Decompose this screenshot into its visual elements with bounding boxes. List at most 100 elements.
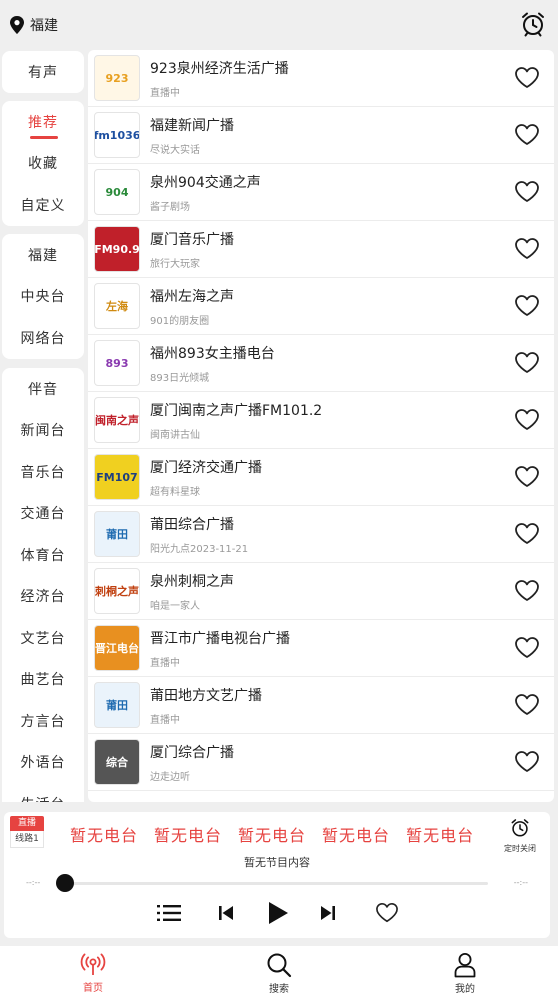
station-row[interactable]: 923 923泉州经济生活广播 直播中 — [88, 50, 554, 107]
station-row[interactable]: 904 泉州904交通之声 酱子剧场 — [88, 164, 554, 221]
bottom-nav: 首页 搜索 我的 — [0, 946, 558, 1000]
station-row[interactable]: FM90.9 厦门音乐广播 旅行大玩家 — [88, 221, 554, 278]
station-logo-text: 904 — [105, 185, 129, 199]
station-title: 厦门音乐广播 — [150, 231, 234, 248]
category-group-genre: 伴音 新闻台 音乐台 交通台 体育台 经济台 文艺台 曲艺台 方言台 外语台 生… — [2, 368, 84, 802]
station-logo: 晋江电台 — [94, 625, 140, 671]
heart-icon[interactable] — [514, 123, 540, 151]
station-subtitle: 直播中 — [150, 714, 180, 726]
station-row[interactable]: 莆田 莆田综合广播 阳光九点2023-11-21 — [88, 506, 554, 563]
station-row[interactable]: fm1036 福建新闻广播 尽说大实话 — [88, 107, 554, 164]
station-row[interactable]: 闽南之声 厦门闽南之声广播FM101.2 闽南讲古仙 — [88, 392, 554, 449]
station-subtitle: 直播中 — [150, 657, 180, 669]
category-item-central[interactable]: 中央台 — [2, 276, 84, 318]
heart-icon[interactable] — [514, 579, 540, 607]
station-logo-text: 闽南之声 — [95, 414, 139, 427]
heart-icon[interactable] — [514, 636, 540, 664]
heart-icon[interactable] — [514, 693, 540, 721]
alarm-clock-icon[interactable] — [520, 11, 546, 41]
station-title: 晋江市广播电视台广播 — [150, 630, 290, 647]
top-bar: 福建 — [0, 0, 558, 50]
play-icon[interactable] — [264, 901, 292, 925]
station-title: 泉州刺桐之声 — [150, 573, 234, 590]
station-title: 福建新闻广播 — [150, 117, 234, 134]
live-badge[interactable]: 直播 线路1 — [10, 816, 44, 848]
station-logo-text: fm1036 — [94, 128, 140, 142]
station-subtitle: 闽南讲古仙 — [150, 429, 200, 441]
category-item[interactable]: 外语台 — [2, 742, 84, 784]
heart-icon[interactable] — [514, 750, 540, 778]
station-logo-text: 左海 — [106, 300, 128, 313]
sleep-timer-button[interactable]: 定时关闭 — [500, 818, 540, 854]
station-row[interactable]: 莆田 莆田地方文艺广播 直播中 — [88, 677, 554, 734]
location-selector[interactable]: 福建 — [8, 15, 58, 35]
category-item[interactable]: 方言台 — [2, 700, 84, 742]
category-item[interactable]: 经济台 — [2, 576, 84, 618]
category-item-network[interactable]: 网络台 — [2, 317, 84, 359]
marquee-text: 暂无电台 — [70, 826, 139, 845]
category-item[interactable]: 新闻台 — [2, 410, 84, 452]
nav-profile[interactable]: 我的 — [372, 946, 558, 1000]
category-item[interactable]: 生活台 — [2, 783, 84, 802]
playback-controls — [4, 902, 550, 924]
heart-icon[interactable] — [514, 237, 540, 265]
elapsed-time: --:-- — [26, 878, 41, 887]
heart-icon[interactable] — [514, 66, 540, 94]
station-row[interactable]: 晋江电台 晋江市广播电视台广播 直播中 — [88, 620, 554, 677]
station-subtitle: 旅行大玩家 — [150, 258, 200, 270]
station-subtitle: 直播中 — [150, 87, 180, 99]
heart-icon[interactable] — [514, 180, 540, 208]
user-icon — [454, 952, 476, 977]
station-row[interactable]: 刺桐之声 泉州刺桐之声 咱是一家人 — [88, 563, 554, 620]
alarm-clock-icon — [511, 819, 529, 837]
marquee-text: 暂无电台 — [322, 826, 391, 845]
category-item-recommend[interactable]: 推荐 — [2, 101, 84, 143]
category-item[interactable]: 曲艺台 — [2, 659, 84, 701]
favorite-heart-icon[interactable] — [374, 902, 400, 924]
marquee-text: 暂无电台 — [406, 826, 475, 845]
search-icon — [267, 953, 292, 977]
heart-icon[interactable] — [514, 522, 540, 550]
station-title: 莆田综合广播 — [150, 516, 234, 533]
station-logo: 综合 — [94, 739, 140, 785]
playlist-icon[interactable] — [156, 902, 182, 924]
heart-icon[interactable] — [514, 408, 540, 436]
location-label: 福建 — [30, 18, 58, 34]
progress-thumb[interactable] — [56, 874, 74, 892]
previous-icon[interactable] — [216, 902, 236, 924]
heart-icon[interactable] — [514, 294, 540, 322]
station-row[interactable]: 综合 厦门综合广播 边走边听 — [88, 734, 554, 791]
total-time: --:-- — [513, 878, 528, 887]
category-item[interactable]: 音乐台 — [2, 451, 84, 493]
station-row[interactable]: 左海 福州左海之声 901的朋友圈 — [88, 278, 554, 335]
next-icon[interactable] — [318, 902, 338, 924]
nav-search[interactable]: 搜索 — [186, 946, 372, 1000]
category-item[interactable]: 文艺台 — [2, 617, 84, 659]
nav-label: 我的 — [455, 983, 475, 995]
category-item[interactable]: 有声 — [2, 51, 84, 93]
heart-icon[interactable] — [514, 351, 540, 379]
category-item[interactable]: 体育台 — [2, 534, 84, 576]
station-logo: FM107 — [94, 454, 140, 500]
program-info: 暂无节目内容 — [244, 856, 310, 869]
nav-label: 首页 — [83, 982, 103, 994]
station-row[interactable]: 893 福州893女主播电台 893日光倾城 — [88, 335, 554, 392]
timer-label: 定时关闭 — [504, 844, 536, 853]
station-logo: 左海 — [94, 283, 140, 329]
station-title: 923泉州经济生活广播 — [150, 60, 289, 77]
station-title: 厦门经济交通广播 — [150, 459, 262, 476]
category-item-custom[interactable]: 自定义 — [2, 184, 84, 226]
heart-icon[interactable] — [514, 465, 540, 493]
nav-home[interactable]: 首页 — [0, 946, 186, 1000]
station-row[interactable]: FM107 厦门经济交通广播 超有料星球 — [88, 449, 554, 506]
station-logo: 923 — [94, 55, 140, 101]
station-title: 福州893女主播电台 — [150, 345, 275, 362]
category-item[interactable]: 伴音 — [2, 368, 84, 410]
station-subtitle: 边走边听 — [150, 771, 190, 783]
category-item-favorites[interactable]: 收藏 — [2, 143, 84, 185]
player-card: 直播 线路1 暂无电台 暂无电台 暂无电台 暂无电台 暂无电台 定时关闭 暂无节… — [4, 812, 550, 938]
station-logo: 刺桐之声 — [94, 568, 140, 614]
progress-track[interactable] — [66, 882, 488, 885]
category-item[interactable]: 交通台 — [2, 493, 84, 535]
category-item-fujian[interactable]: 福建 — [2, 234, 84, 276]
